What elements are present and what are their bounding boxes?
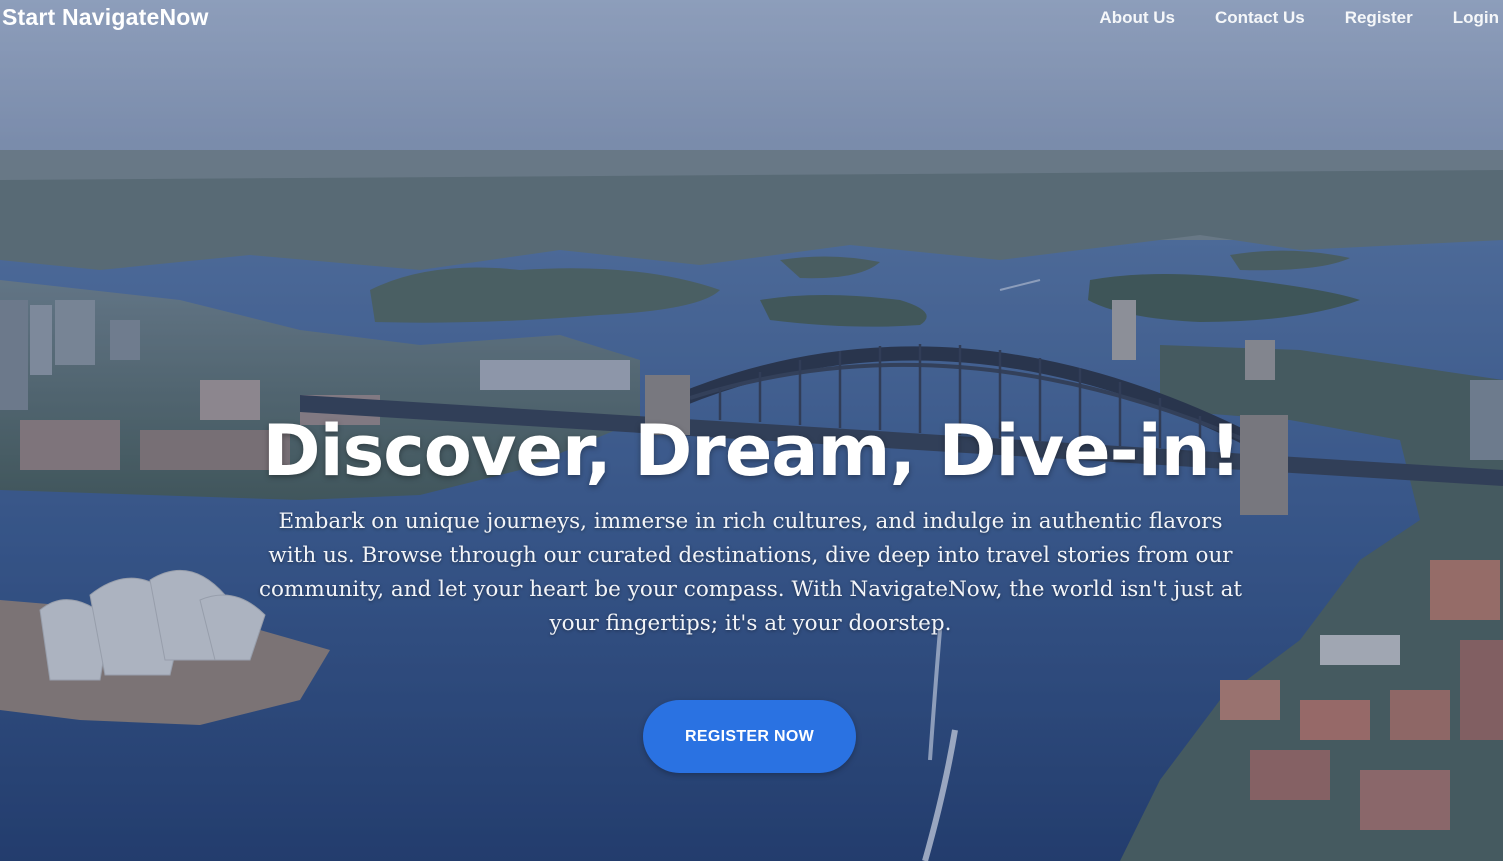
nav-link-login[interactable]: Login: [1453, 8, 1499, 28]
nav-link-contact-us[interactable]: Contact Us: [1215, 8, 1305, 28]
nav-link-register[interactable]: Register: [1345, 8, 1413, 28]
nav-link-about-us[interactable]: About Us: [1099, 8, 1175, 28]
hero-description: Embark on unique journeys, immerse in ri…: [258, 509, 1243, 636]
register-now-button[interactable]: REGISTER NOW: [643, 700, 856, 773]
brand-logo-link[interactable]: Start NavigateNow: [2, 4, 209, 31]
hero-section: Start NavigateNow About Us Contact Us Re…: [0, 0, 1503, 861]
top-navigation: About Us Contact Us Register Login: [1059, 8, 1499, 28]
hero-headline: Discover, Dream, Dive-in!: [262, 410, 1242, 492]
